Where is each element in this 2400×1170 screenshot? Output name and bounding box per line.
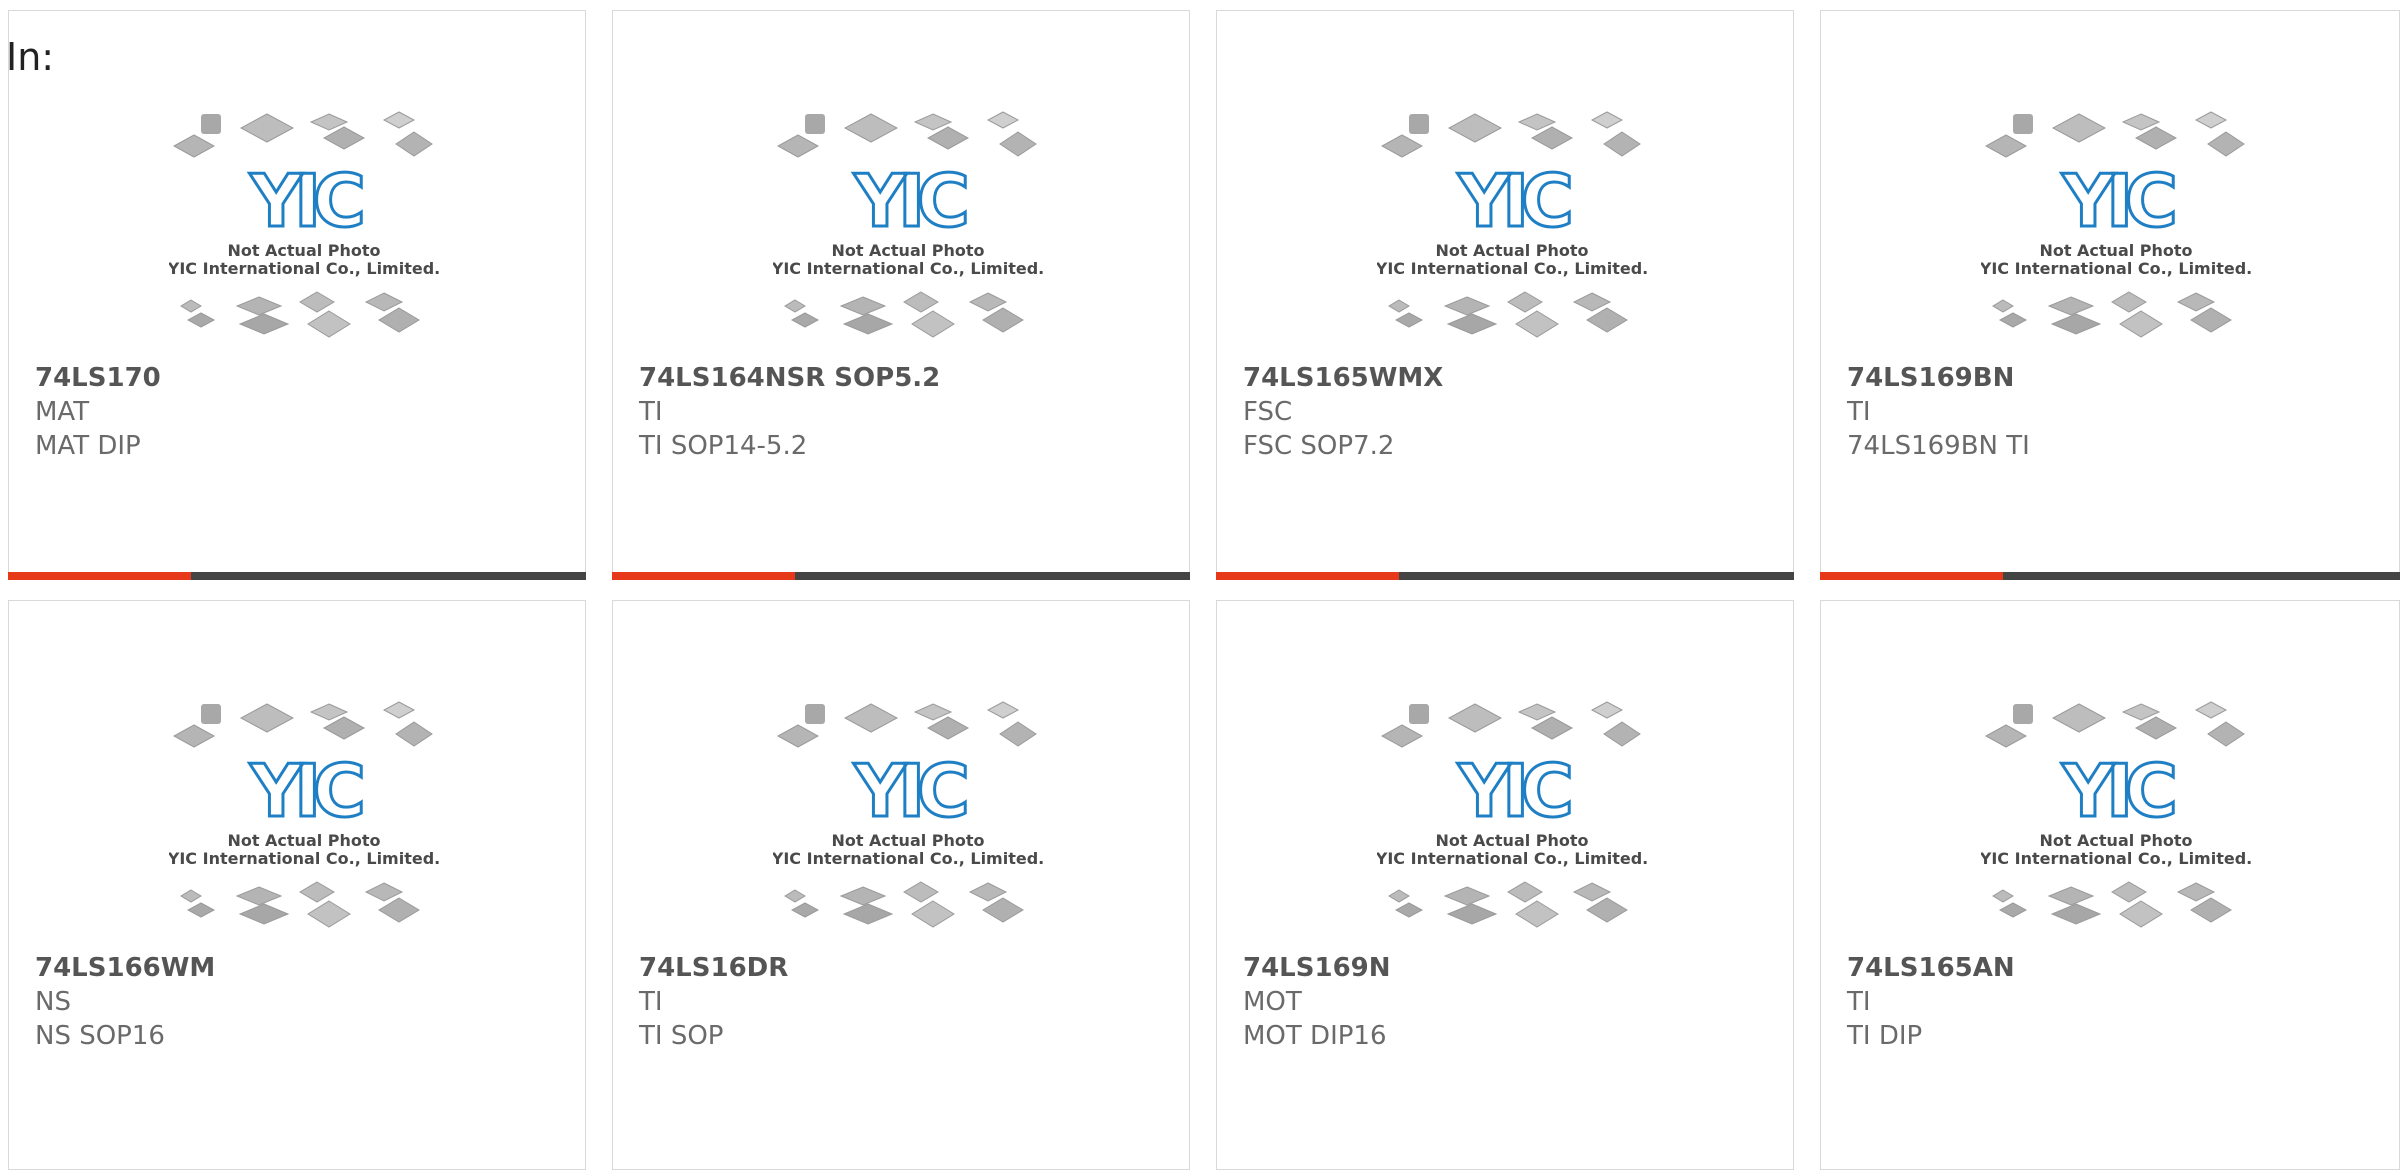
not-actual-photo-caption: Not Actual Photo	[2039, 241, 2192, 260]
company-caption: YIC International Co., Limited.	[1981, 849, 2251, 868]
package: MAT DIP	[35, 431, 141, 461]
chip-placeholder-image: YICNot Actual PhotoYIC International Co.…	[169, 701, 439, 928]
yic-logo: YIC	[853, 749, 966, 833]
product-card[interactable]: YIC Not Actual Photo YIC International Co.…	[612, 10, 1190, 580]
part-number[interactable]: 74LS169N	[1243, 951, 1391, 985]
in-label: In:	[6, 35, 55, 79]
not-actual-photo-caption: Not Actual Photo	[1435, 831, 1588, 850]
product-image-placeholder: YIC Not Actual Photo YIC International Co.…	[169, 106, 439, 351]
not-actual-photo-caption: Not Actual Photo	[831, 241, 984, 260]
package: TI SOP14-5.2	[639, 431, 808, 461]
manufacturer: TI	[1847, 987, 1871, 1017]
package: NS SOP16	[35, 1021, 165, 1051]
product-card[interactable]: YIC Not Actual Photo YIC International Co.…	[1216, 10, 1794, 580]
manufacturer: FSC	[1243, 397, 1293, 427]
card-bottom-bar	[1820, 572, 2400, 580]
part-number[interactable]: 74LS170	[35, 361, 161, 395]
product-image-placeholder: YIC Not Actual Photo YIC International Co.…	[1981, 696, 2251, 941]
chip-placeholder-image: YICNot Actual PhotoYIC International Co.…	[1981, 111, 2251, 338]
part-number[interactable]: 74LS166WM	[35, 951, 215, 985]
part-number[interactable]: 74LS165WMX	[1243, 361, 1443, 395]
product-card[interactable]: YIC Not Actual Photo YIC International Co.…	[1820, 10, 2400, 580]
product-card[interactable]: YIC Not Actual Photo YIC International Co.…	[1216, 600, 1794, 1170]
product-grid: YIC Not Actual Photo YIC International Co.…	[0, 0, 2400, 1170]
card-bottom-bar	[8, 572, 586, 580]
card-bottom-bar	[612, 572, 1190, 580]
chip-placeholder-image: YICNot Actual PhotoYIC International Co.…	[1377, 111, 1647, 338]
package: MOT DIP16	[1243, 1021, 1387, 1051]
yic-logo: YIC	[1457, 159, 1570, 243]
company-caption: YIC International Co., Limited.	[1377, 849, 1647, 868]
product-image-placeholder: YIC Not Actual Photo YIC International Co.…	[773, 696, 1043, 941]
package: TI DIP	[1847, 1021, 1923, 1051]
product-image-placeholder: YIC Not Actual Photo YIC International Co.…	[1377, 696, 1647, 941]
manufacturer: TI	[639, 397, 663, 427]
manufacturer: NS	[35, 987, 71, 1017]
yic-logo: YIC	[2061, 749, 2174, 833]
chip-placeholder-image: YICNot Actual PhotoYIC International Co.…	[1377, 701, 1647, 928]
product-card[interactable]: YIC Not Actual Photo YIC International Co.…	[8, 10, 586, 580]
product-image-placeholder: YIC Not Actual Photo YIC International Co.…	[1981, 106, 2251, 351]
card-bottom-bar	[1216, 572, 1794, 580]
package: 74LS169BN TI	[1847, 431, 2030, 461]
part-number[interactable]: 74LS165AN	[1847, 951, 2015, 985]
chip-placeholder-image: YICNot Actual PhotoYIC International Co.…	[1981, 701, 2251, 928]
yic-logo: YIC	[249, 159, 362, 243]
card-accent-bar	[1820, 572, 2003, 580]
company-caption: YIC International Co., Limited.	[169, 259, 439, 278]
yic-logo: YIC	[1457, 749, 1570, 833]
package: TI SOP	[639, 1021, 724, 1051]
card-accent-bar	[612, 572, 795, 580]
product-image-placeholder: YIC Not Actual Photo YIC International Co.…	[169, 696, 439, 941]
card-accent-bar	[8, 572, 191, 580]
yic-logo: YIC	[853, 159, 966, 243]
product-card[interactable]: YIC Not Actual Photo YIC International Co.…	[8, 600, 586, 1170]
manufacturer: TI	[639, 987, 663, 1017]
product-image-placeholder: YIC Not Actual Photo YIC International Co.…	[1377, 106, 1647, 351]
package: FSC SOP7.2	[1243, 431, 1395, 461]
yic-logo: YIC	[249, 749, 362, 833]
not-actual-photo-caption: Not Actual Photo	[1435, 241, 1588, 260]
manufacturer: MAT	[35, 397, 90, 427]
chip-placeholder-image: YICNot Actual PhotoYIC International Co.…	[773, 701, 1043, 928]
not-actual-photo-caption: Not Actual Photo	[227, 831, 380, 850]
not-actual-photo-caption: Not Actual Photo	[2039, 831, 2192, 850]
not-actual-photo-caption: Not Actual Photo	[831, 831, 984, 850]
chip-placeholder-image: YICNot Actual PhotoYIC International Co.…	[773, 111, 1043, 338]
company-caption: YIC International Co., Limited.	[773, 849, 1043, 868]
part-number[interactable]: 74LS164NSR SOP5.2	[639, 361, 940, 395]
company-caption: YIC International Co., Limited.	[773, 259, 1043, 278]
part-number[interactable]: 74LS16DR	[639, 951, 788, 985]
company-caption: YIC International Co., Limited.	[1981, 259, 2251, 278]
company-caption: YIC International Co., Limited.	[1377, 259, 1647, 278]
not-actual-photo-caption: Not Actual Photo	[227, 241, 380, 260]
product-card[interactable]: YIC Not Actual Photo YIC International Co.…	[612, 600, 1190, 1170]
company-caption: YIC International Co., Limited.	[169, 849, 439, 868]
manufacturer: TI	[1847, 397, 1871, 427]
manufacturer: MOT	[1243, 987, 1302, 1017]
part-number[interactable]: 74LS169BN	[1847, 361, 2030, 395]
yic-logo: YIC	[2061, 159, 2174, 243]
product-image-placeholder: YIC Not Actual Photo YIC International Co.…	[773, 106, 1043, 351]
card-accent-bar	[1216, 572, 1399, 580]
chip-placeholder-image: YICNot Actual PhotoYIC International Co.…	[169, 111, 439, 338]
product-card[interactable]: YIC Not Actual Photo YIC International Co.…	[1820, 600, 2400, 1170]
